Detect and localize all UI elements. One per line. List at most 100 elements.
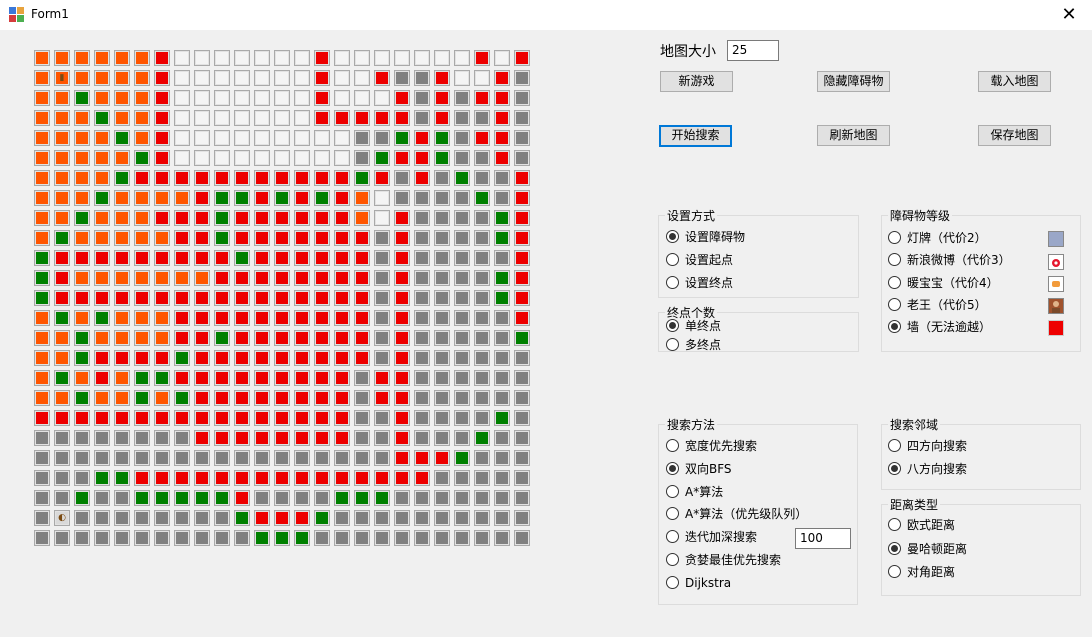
grid-cell[interactable] bbox=[54, 170, 70, 186]
grid-cell[interactable] bbox=[34, 190, 50, 206]
grid-cell[interactable] bbox=[214, 470, 230, 486]
grid-cell[interactable] bbox=[154, 110, 170, 126]
radio-euclidean[interactable]: 欧式距离 bbox=[888, 517, 955, 533]
grid-cell[interactable] bbox=[494, 90, 510, 106]
grid-cell[interactable] bbox=[194, 450, 210, 466]
grid-cell[interactable] bbox=[374, 530, 390, 546]
grid-cell[interactable] bbox=[154, 430, 170, 446]
close-button[interactable]: ✕ bbox=[1046, 0, 1092, 30]
grid-cell[interactable] bbox=[314, 130, 330, 146]
grid-cell[interactable] bbox=[354, 210, 370, 226]
load-map-button[interactable]: 载入地图 bbox=[978, 71, 1051, 92]
grid-cell[interactable] bbox=[174, 210, 190, 226]
grid-cell[interactable] bbox=[234, 450, 250, 466]
grid-cell[interactable] bbox=[454, 330, 470, 346]
grid-cell[interactable] bbox=[214, 110, 230, 126]
grid-cell[interactable] bbox=[454, 110, 470, 126]
grid-cell[interactable] bbox=[154, 510, 170, 526]
grid-cell[interactable] bbox=[34, 210, 50, 226]
grid-cell[interactable] bbox=[354, 450, 370, 466]
grid-cell[interactable] bbox=[414, 490, 430, 506]
grid-cell[interactable] bbox=[314, 370, 330, 386]
grid-cell[interactable] bbox=[54, 290, 70, 306]
grid-cell[interactable] bbox=[374, 310, 390, 326]
grid-cell[interactable] bbox=[454, 70, 470, 86]
grid-cell[interactable] bbox=[94, 170, 110, 186]
grid-cell[interactable] bbox=[474, 510, 490, 526]
grid-cell[interactable] bbox=[54, 210, 70, 226]
grid-cell[interactable] bbox=[414, 70, 430, 86]
grid-cell[interactable] bbox=[54, 310, 70, 326]
grid-cell[interactable] bbox=[174, 290, 190, 306]
radio-dot[interactable] bbox=[888, 542, 901, 555]
grid-cell[interactable] bbox=[194, 310, 210, 326]
grid-cell[interactable] bbox=[354, 250, 370, 266]
grid-cell[interactable] bbox=[174, 250, 190, 266]
grid-cell[interactable] bbox=[74, 450, 90, 466]
grid-cell[interactable] bbox=[294, 70, 310, 86]
grid-cell[interactable] bbox=[74, 290, 90, 306]
grid-cell[interactable] bbox=[54, 110, 70, 126]
grid-cell[interactable] bbox=[134, 530, 150, 546]
grid-cell[interactable] bbox=[374, 410, 390, 426]
radio-dot[interactable] bbox=[888, 462, 901, 475]
grid-cell[interactable] bbox=[354, 270, 370, 286]
grid-cell[interactable] bbox=[314, 270, 330, 286]
grid-cell[interactable] bbox=[254, 250, 270, 266]
grid-cell[interactable] bbox=[514, 230, 530, 246]
grid-cell[interactable] bbox=[54, 230, 70, 246]
grid-cell[interactable] bbox=[474, 430, 490, 446]
grid-cell[interactable] bbox=[474, 110, 490, 126]
grid-cell[interactable] bbox=[214, 170, 230, 186]
grid-cell[interactable] bbox=[514, 370, 530, 386]
grid-cell[interactable] bbox=[454, 170, 470, 186]
grid-cell[interactable] bbox=[334, 50, 350, 66]
grid-cell[interactable] bbox=[34, 410, 50, 426]
grid-cell[interactable] bbox=[174, 450, 190, 466]
grid-cell[interactable] bbox=[514, 110, 530, 126]
grid-cell[interactable] bbox=[394, 190, 410, 206]
grid-cell[interactable] bbox=[494, 130, 510, 146]
grid-cell[interactable] bbox=[394, 270, 410, 286]
grid-cell[interactable] bbox=[274, 470, 290, 486]
grid-cell[interactable] bbox=[294, 450, 310, 466]
grid-cell[interactable] bbox=[514, 250, 530, 266]
iddfs-limit-input[interactable]: 100 bbox=[795, 528, 851, 549]
grid-cell[interactable] bbox=[174, 270, 190, 286]
grid-cell[interactable] bbox=[194, 290, 210, 306]
grid-cell[interactable] bbox=[94, 350, 110, 366]
grid-cell[interactable] bbox=[234, 150, 250, 166]
grid-cell[interactable] bbox=[194, 330, 210, 346]
grid-cell[interactable] bbox=[234, 370, 250, 386]
radio-set-start[interactable]: 设置起点 bbox=[666, 252, 733, 268]
grid-cell[interactable] bbox=[454, 130, 470, 146]
grid-cell[interactable] bbox=[274, 350, 290, 366]
grid-cell[interactable] bbox=[214, 410, 230, 426]
grid-cell[interactable] bbox=[254, 190, 270, 206]
grid-cell[interactable] bbox=[254, 270, 270, 286]
grid-cell[interactable] bbox=[334, 410, 350, 426]
grid-cell[interactable] bbox=[214, 250, 230, 266]
grid-cell[interactable] bbox=[294, 350, 310, 366]
grid-cell[interactable] bbox=[414, 410, 430, 426]
grid-cell[interactable] bbox=[174, 490, 190, 506]
grid-cell[interactable] bbox=[434, 170, 450, 186]
grid-cell[interactable] bbox=[434, 190, 450, 206]
grid-cell[interactable] bbox=[54, 430, 70, 446]
grid-cell[interactable] bbox=[194, 350, 210, 366]
radio-dot[interactable] bbox=[888, 439, 901, 452]
grid-cell[interactable] bbox=[414, 450, 430, 466]
grid-cell[interactable] bbox=[474, 170, 490, 186]
grid-cell[interactable] bbox=[334, 390, 350, 406]
grid-cell[interactable] bbox=[54, 150, 70, 166]
grid-cell[interactable] bbox=[154, 310, 170, 326]
grid-cell[interactable] bbox=[234, 310, 250, 326]
grid-cell[interactable] bbox=[394, 210, 410, 226]
grid-cell[interactable] bbox=[54, 130, 70, 146]
grid-cell[interactable] bbox=[294, 310, 310, 326]
grid-cell[interactable] bbox=[114, 330, 130, 346]
grid-cell[interactable] bbox=[174, 130, 190, 146]
grid-cell[interactable] bbox=[334, 70, 350, 86]
grid-cell[interactable] bbox=[154, 130, 170, 146]
map-size-input[interactable]: 25 bbox=[727, 40, 779, 61]
